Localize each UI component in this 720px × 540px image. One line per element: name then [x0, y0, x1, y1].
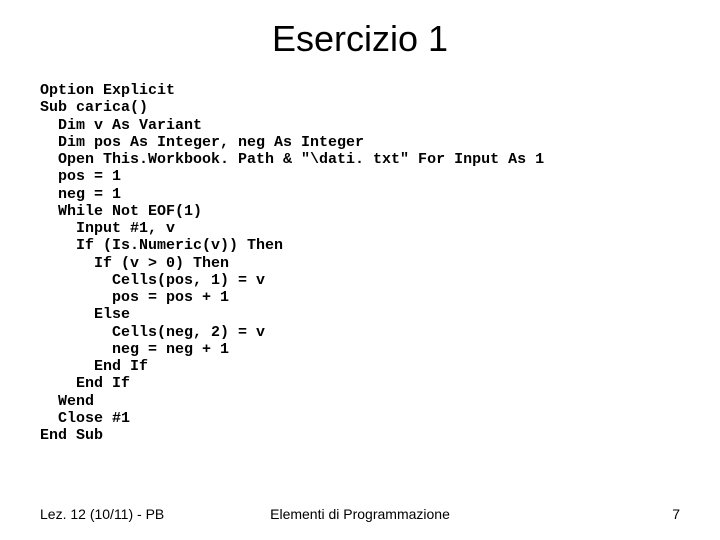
code-block: Option Explicit Sub carica() Dim v As Va…: [40, 82, 720, 444]
slide: Esercizio 1 Option Explicit Sub carica()…: [0, 0, 720, 540]
footer-page-number: 7: [672, 506, 680, 522]
footer-center: Elementi di Programmazione: [0, 506, 720, 522]
slide-title: Esercizio 1: [0, 0, 720, 60]
